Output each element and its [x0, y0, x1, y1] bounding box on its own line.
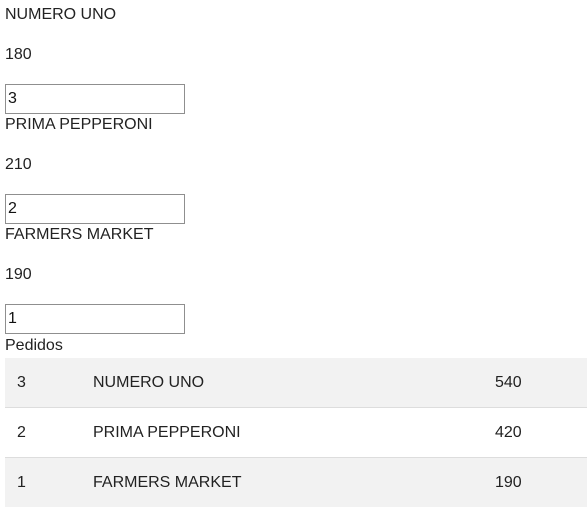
quantity-input[interactable]: [5, 194, 185, 224]
product-name: FARMERS MARKET: [5, 226, 154, 243]
product-name: NUMERO UNO: [5, 6, 117, 23]
table-row: 2 PRIMA PEPPERONI 420: [5, 407, 587, 458]
quantity-input[interactable]: [5, 84, 185, 114]
order-total: 540: [495, 358, 587, 408]
order-name: PRIMA PEPPERONI: [93, 407, 495, 458]
table-row: 3 NUMERO UNO 540: [5, 358, 587, 408]
table-row: 1 FARMERS MARKET 190: [5, 457, 587, 507]
order-qty: 2: [5, 407, 93, 458]
quantity-input[interactable]: [5, 304, 185, 334]
orders-table: 3 NUMERO UNO 540 2 PRIMA PEPPERONI 420 1…: [5, 358, 587, 507]
product-price: 210: [5, 156, 32, 173]
product-name: PRIMA PEPPERONI: [5, 116, 153, 133]
product-price: 180: [5, 46, 32, 63]
order-total: 420: [495, 407, 587, 458]
order-qty: 1: [5, 457, 93, 507]
order-name: FARMERS MARKET: [93, 457, 495, 507]
order-qty: 3: [5, 358, 93, 408]
order-name: NUMERO UNO: [93, 358, 495, 408]
product-price: 190: [5, 266, 32, 283]
order-total: 190: [495, 457, 587, 507]
orders-label: Pedidos: [5, 337, 63, 354]
